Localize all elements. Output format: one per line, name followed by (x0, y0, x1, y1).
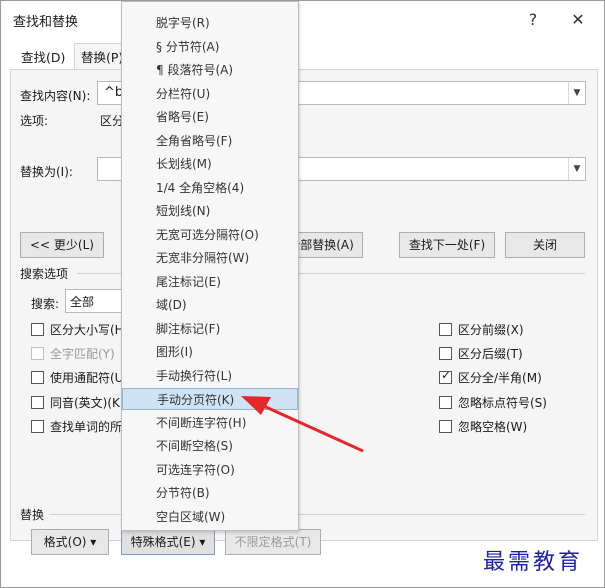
checkbox-box[interactable] (31, 420, 44, 433)
format-button[interactable]: 格式(O) ▾ (31, 529, 109, 555)
checkbox-whole-word[interactable]: 全字匹配(Y) (31, 345, 115, 362)
checkbox-match-width[interactable]: ✓ 区分全/半角(M) (439, 368, 542, 386)
check-icon: ✓ (441, 368, 452, 382)
help-button[interactable]: ? (521, 10, 545, 29)
less-button[interactable]: << 更少(L) (20, 232, 104, 258)
checkbox-label: 同音(英文)(K) (50, 396, 125, 410)
menu-item-en-dash[interactable]: 短划线(N) (122, 200, 298, 222)
checkbox-box[interactable] (31, 323, 44, 336)
menu-item-section-char[interactable]: § 分节符(A) (122, 36, 298, 58)
checkbox-wildcards[interactable]: 使用通配符(U (31, 369, 123, 386)
tab-replace[interactable]: 替换(P) (81, 47, 123, 66)
menu-item-quarter-space[interactable]: 1/4 全角空格(4) (122, 177, 298, 199)
checkbox-match-prefix[interactable]: 区分前缀(X) (439, 321, 524, 338)
menu-item-graphic[interactable]: 图形(I) (122, 341, 298, 363)
checkbox-box[interactable] (31, 371, 44, 384)
find-replace-dialog: 查找和替换 ? ✕ 查找(D) 替换(P) 查找内容(N): ^b ▼ 选项: … (0, 0, 605, 588)
checkbox-box[interactable] (439, 396, 452, 409)
menu-item-field[interactable]: 域(D) (122, 294, 298, 316)
checkbox-box[interactable] (31, 396, 44, 409)
find-dropdown-icon[interactable]: ▼ (568, 82, 585, 104)
watermark-text: 最需教育 (483, 550, 584, 575)
checkbox-ignore-whitespace[interactable]: 忽略空格(W) (439, 418, 527, 435)
menu-item-zero-width-non-break[interactable]: 无宽非分隔符(W) (122, 247, 298, 269)
no-formatting-button[interactable]: 不限定格式(T) (225, 529, 321, 555)
menu-item-endnote-mark[interactable]: 尾注标记(E) (122, 271, 298, 293)
checkbox-box[interactable] (31, 347, 44, 360)
menu-item-whitespace[interactable]: 空白区域(W) (122, 506, 298, 528)
find-label: 查找内容(N): (20, 89, 91, 103)
search-direction-select[interactable]: 全部 (65, 289, 123, 313)
checkbox-label: 区分后缀(T) (458, 347, 523, 361)
close-button[interactable]: ✕ (566, 10, 590, 29)
menu-item-fullwidth-ellipsis[interactable]: 全角省略号(F) (122, 130, 298, 152)
replace-dropdown-icon[interactable]: ▼ (568, 158, 585, 180)
annotation-arrow-icon (241, 396, 364, 453)
checkbox-box[interactable] (439, 420, 452, 433)
menu-item-column-break[interactable]: 分栏符(U) (122, 83, 298, 105)
menu-item-optional-hyphen[interactable]: 可选连字符(O) (122, 459, 298, 481)
checkbox-match-suffix[interactable]: 区分后缀(T) (439, 345, 523, 362)
checkbox-label: 忽略标点符号(S) (458, 396, 547, 410)
checkbox-sounds-like[interactable]: 同音(英文)(K) (31, 394, 125, 411)
cancel-button[interactable]: 关闭 (505, 232, 585, 258)
checkbox-label: 忽略空格(W) (458, 420, 528, 434)
menu-item-em-dash[interactable]: 长划线(M) (122, 153, 298, 175)
search-direction-value: 全部 (70, 295, 95, 309)
checkbox-label: 使用通配符(U (50, 371, 124, 385)
find-next-button[interactable]: 查找下一处(F) (399, 232, 495, 258)
menu-item-section-break[interactable]: 分节符(B) (122, 482, 298, 504)
checkbox-box[interactable] (439, 323, 452, 336)
tab-find[interactable]: 查找(D) (21, 47, 65, 66)
menu-item-zero-width-optional-break[interactable]: 无宽可选分隔符(O) (122, 224, 298, 246)
checkbox-label: 区分大小写(H (50, 323, 124, 337)
options-label: 选项: (20, 114, 49, 128)
search-label: 搜索: (31, 297, 60, 311)
menu-item-footnote-mark[interactable]: 脚注标记(F) (122, 318, 298, 340)
replace-group-label: 替换 (20, 508, 45, 522)
checkbox-label: 查找单词的所 (50, 420, 123, 434)
checkbox-label: 区分前缀(X) (458, 323, 524, 337)
search-options-label: 搜索选项 (20, 267, 69, 281)
checkbox-label: 全字匹配(Y) (50, 347, 115, 361)
dialog-title: 查找和替换 (13, 15, 79, 30)
replace-label: 替换为(I): (20, 165, 73, 179)
checkbox-box[interactable] (439, 347, 452, 360)
checkbox-box[interactable]: ✓ (439, 368, 452, 384)
menu-item-paragraph-char[interactable]: ¶ 段落符号(A) (122, 59, 298, 81)
checkbox-label: 区分全/半角(M) (458, 371, 542, 385)
checkbox-match-case[interactable]: 区分大小写(H (31, 321, 124, 338)
checkbox-ignore-punctuation[interactable]: 忽略标点符号(S) (439, 394, 547, 411)
menu-item-ellipsis[interactable]: 省略号(E) (122, 106, 298, 128)
checkbox-all-word-forms[interactable]: 查找单词的所 (31, 418, 122, 435)
special-format-button[interactable]: 特殊格式(E) ▾ (121, 529, 215, 555)
menu-item-caret[interactable]: 脱字号(R) (122, 12, 298, 34)
